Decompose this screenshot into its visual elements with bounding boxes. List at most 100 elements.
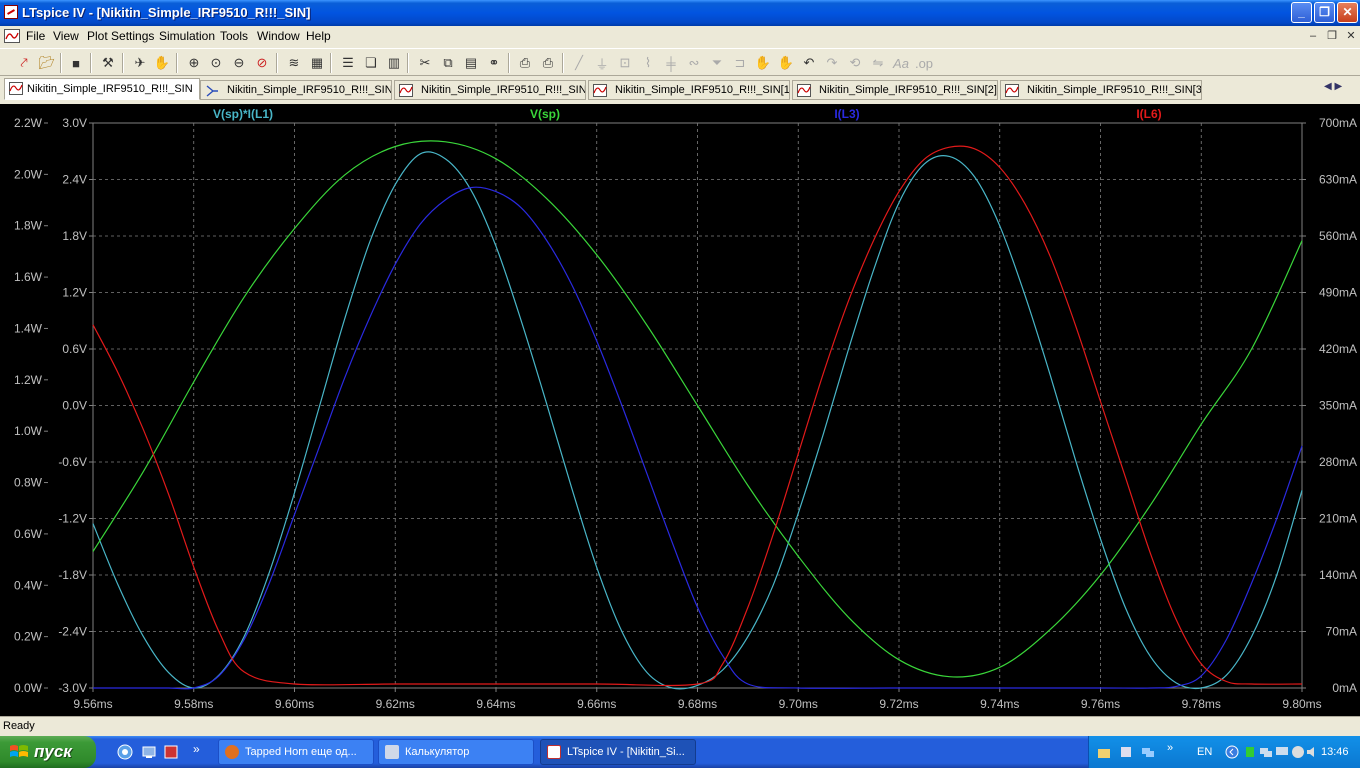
tab-waveform-2[interactable]: Nikitin_Simple_IRF9510_R!!!_SIN xyxy=(394,80,586,100)
toolbar: ⤤ 📂︎ ■ ⚒ ✈ ✋ ⊕ ⊙ ⊖ ⊘ ≋ ▦ ☰ ❏ ▥ ✂ ⧉ ▤ ⚭ ⎙… xyxy=(0,48,1360,76)
undo-icon[interactable]: ↶ xyxy=(799,53,819,73)
resistor-icon[interactable]: ⌇ xyxy=(638,53,658,73)
menu-window[interactable]: Window xyxy=(257,29,300,43)
mdi-minimize-button[interactable]: – xyxy=(1306,29,1320,43)
run-icon[interactable]: ✈ xyxy=(130,53,150,73)
copy-icon[interactable]: ⧉ xyxy=(438,53,458,73)
y-voltage-tick-label: -2.4V xyxy=(58,625,87,639)
cut-icon[interactable]: ✂ xyxy=(415,53,435,73)
mirror-icon[interactable]: ⇋ xyxy=(868,53,888,73)
x-tick-label: 9.76ms xyxy=(1081,697,1120,711)
zoom-out-icon[interactable]: ⊖ xyxy=(229,53,249,73)
control-panel-icon[interactable]: ⚒ xyxy=(98,53,118,73)
label-net-icon[interactable]: ⊡ xyxy=(615,53,635,73)
waveform-doc-icon[interactable] xyxy=(4,29,20,43)
tab-waveform-4[interactable]: Nikitin_Simple_IRF9510_R!!!_SIN[2] xyxy=(792,80,998,100)
drag-hand-icon[interactable]: ✋ xyxy=(776,53,796,73)
tile-horizontal-icon[interactable]: ☰ xyxy=(338,53,358,73)
redo-icon[interactable]: ↷ xyxy=(822,53,842,73)
x-tick-label: 9.70ms xyxy=(779,697,818,711)
rotate-icon[interactable]: ⟲ xyxy=(845,53,865,73)
tab-waveform-5[interactable]: Nikitin_Simple_IRF9510_R!!!_SIN[3] xyxy=(1000,80,1202,100)
open-folder-icon[interactable]: 📂︎ xyxy=(37,53,57,73)
folder-tray-icon[interactable] xyxy=(1097,745,1111,759)
waveform-icon xyxy=(797,84,811,97)
waveform-chart[interactable]: 9.56ms 9.58ms 9.60ms 9.62ms 9.64ms 9.66ms 9.68… xyxy=(0,104,1360,716)
tab-waveform-0[interactable]: Nikitin_Simple_IRF9510_R!!!_SIN xyxy=(4,78,200,100)
quicklaunch-network-icon[interactable] xyxy=(141,744,157,760)
menu-view[interactable]: View xyxy=(53,29,79,43)
mdi-close-button[interactable]: ✕ xyxy=(1344,29,1358,43)
y-voltage-tick-label: 1.2V xyxy=(62,286,87,300)
print-setup-icon[interactable]: ⎙ xyxy=(515,53,535,73)
tray-back-icon[interactable] xyxy=(1225,745,1239,759)
menu-tools[interactable]: Tools xyxy=(220,29,248,43)
volume-tray-icon[interactable] xyxy=(1305,745,1319,759)
menu-help[interactable]: Help xyxy=(306,29,331,43)
tray-expand-icon[interactable]: » xyxy=(1167,742,1181,756)
display-tray-icon[interactable] xyxy=(1275,745,1289,759)
ltspice-app-icon[interactable] xyxy=(4,5,18,19)
spice-directive-icon[interactable]: .op xyxy=(914,53,934,73)
quicklaunch-more-icon[interactable]: » xyxy=(193,742,209,758)
y-power-tick-label: 0.6W xyxy=(14,527,43,541)
inductor-icon[interactable]: ∾ xyxy=(684,53,704,73)
trace-label: V(sp)*I(L1) xyxy=(213,107,273,121)
waveform-icon xyxy=(399,84,413,97)
capacitor-icon[interactable]: ╪ xyxy=(661,53,681,73)
cascade-icon[interactable]: ❏ xyxy=(361,53,381,73)
menu-file[interactable]: File xyxy=(26,29,45,43)
start-button[interactable]: пуск xyxy=(0,736,96,768)
new-schematic-icon[interactable]: ⤤ xyxy=(14,53,34,73)
x-tick-label: 9.68ms xyxy=(678,697,717,711)
trace-label: I(L6) xyxy=(1136,107,1161,121)
waveform-icon xyxy=(9,82,23,95)
help-tray-icon[interactable] xyxy=(1291,745,1305,759)
zoom-area-icon[interactable]: ⊙ xyxy=(206,53,226,73)
quicklaunch-browser-icon[interactable] xyxy=(117,744,133,760)
y-power-tick-label: 0.8W xyxy=(14,476,43,490)
y-power-tick-label: 0.0W xyxy=(14,681,43,695)
network-tray-icon[interactable] xyxy=(1141,745,1155,759)
text-icon[interactable]: Aa xyxy=(891,53,911,73)
halt-hand-icon[interactable]: ✋ xyxy=(152,53,172,73)
tile-vertical-icon[interactable]: ▥ xyxy=(384,53,404,73)
autorange-icon[interactable]: ≋ xyxy=(284,53,304,73)
zoom-in-icon[interactable]: ⊕ xyxy=(184,53,204,73)
close-button[interactable]: ✕ xyxy=(1337,2,1358,23)
minimize-button[interactable]: _ xyxy=(1291,2,1312,23)
menu-plot-settings[interactable]: Plot Settings xyxy=(87,29,154,43)
move-hand-icon[interactable]: ✋ xyxy=(753,53,773,73)
task-firefox[interactable]: Tapped Horn еще од... xyxy=(218,739,374,765)
find-binoculars-icon[interactable]: ⚭ xyxy=(484,53,504,73)
wire-icon[interactable]: ╱ xyxy=(569,53,589,73)
tab-schematic[interactable]: Nikitin_Simple_IRF9510_R!!!_SIN xyxy=(200,80,392,100)
waveform-plot[interactable]: 9.56ms 9.58ms 9.60ms 9.62ms 9.64ms 9.66ms 9.68… xyxy=(0,104,1360,716)
network-status-icon[interactable] xyxy=(1259,745,1273,759)
tab-scroll-arrows[interactable]: ◀ ▶ xyxy=(1324,81,1354,97)
maximize-button[interactable]: ❐ xyxy=(1314,2,1335,23)
mdi-restore-button[interactable]: ❐ xyxy=(1325,29,1339,43)
task-calculator[interactable]: Калькулятор xyxy=(378,739,534,765)
paste-icon[interactable]: ▤ xyxy=(461,53,481,73)
y-power-tick-label: 1.0W xyxy=(14,424,43,438)
waveform-grid-icon[interactable]: ▦ xyxy=(307,53,327,73)
diode-icon[interactable]: ⏷ xyxy=(707,53,727,73)
quicklaunch-app-icon[interactable] xyxy=(163,744,179,760)
print-icon[interactable]: ⎙ xyxy=(538,53,558,73)
menu-simulation[interactable]: Simulation xyxy=(159,29,215,43)
y-voltage-tick-label: 0.6V xyxy=(62,342,87,356)
save-icon[interactable]: ■ xyxy=(66,53,86,73)
y-power-tick-label: 1.6W xyxy=(14,270,43,284)
green-tray-icon[interactable] xyxy=(1243,745,1257,759)
task-ltspice[interactable]: LTspice IV - [Nikitin_Si... xyxy=(540,739,696,765)
y-current-tick-label: 630mA xyxy=(1319,173,1357,187)
language-indicator[interactable]: EN xyxy=(1197,746,1212,758)
tab-waveform-3[interactable]: Nikitin_Simple_IRF9510_R!!!_SIN[1] xyxy=(588,80,790,100)
x-tick-label: 9.56ms xyxy=(73,697,112,711)
schematic-icon xyxy=(206,85,218,97)
zoom-cancel-icon[interactable]: ⊘ xyxy=(252,53,272,73)
component-icon[interactable]: ⊐ xyxy=(730,53,750,73)
ground-icon[interactable]: ⏚ xyxy=(592,53,612,73)
device-tray-icon[interactable] xyxy=(1119,745,1133,759)
